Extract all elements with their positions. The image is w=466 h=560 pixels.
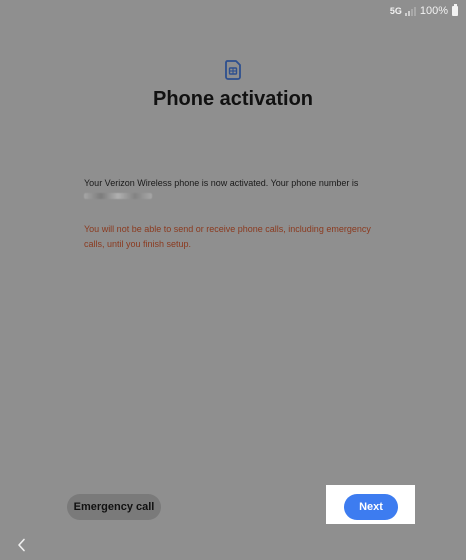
page-title: Phone activation xyxy=(152,88,314,110)
sim-card-icon xyxy=(225,60,241,80)
status-bar: 5G 100% xyxy=(390,4,458,18)
network-type: 5G xyxy=(389,6,402,16)
chevron-left-icon xyxy=(18,538,25,552)
signal-icon xyxy=(404,6,416,16)
redacted-phone-number xyxy=(84,193,152,199)
battery-percent: 100% xyxy=(419,5,448,17)
next-button[interactable]: Next xyxy=(344,494,398,520)
emergency-call-button[interactable]: Emergency call xyxy=(67,494,161,520)
battery-icon xyxy=(452,4,458,16)
back-button[interactable] xyxy=(13,536,31,554)
activation-message: Your Verizon Wireless phone is now activ… xyxy=(84,178,359,188)
setup-warning: You will not be able to send or receive … xyxy=(84,224,371,249)
